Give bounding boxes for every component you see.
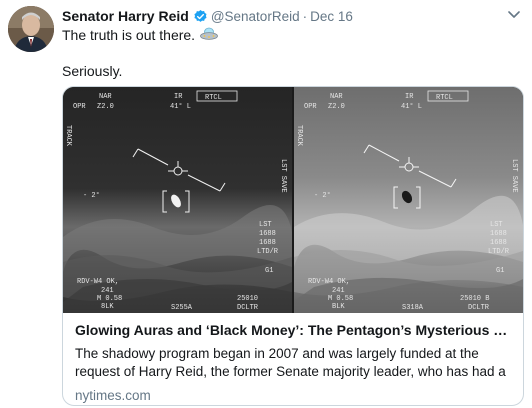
card-title[interactable]: Glowing Auras and ‘Black Money’: The Pen… — [75, 321, 511, 339]
hud-text: 8LK — [101, 303, 114, 311]
card-image: NAR OPR Z2.0 IR 41° L RTCL TRACK - 2° LS… — [63, 87, 523, 313]
hud-text: LTD/R — [257, 248, 279, 256]
hud-text: LTD/R — [488, 248, 510, 256]
hud-text: RTCL — [205, 94, 222, 102]
tweet-text-line-1: The truth is out there. — [62, 26, 218, 46]
hud-text: 241 — [101, 287, 114, 295]
avatar[interactable] — [8, 6, 54, 52]
hud-text: LST — [490, 221, 503, 229]
hud-text: NAR — [99, 93, 112, 101]
card-description: The shadowy program began in 2007 and wa… — [75, 346, 506, 379]
hud-text: S318A — [402, 304, 424, 312]
hud-text: TRACK — [64, 125, 72, 147]
hud-text: 1688 — [490, 230, 507, 238]
flying-saucer-icon — [200, 26, 218, 46]
hud-image-left: NAR OPR Z2.0 IR 41° L RTCL TRACK - 2° LS… — [63, 87, 292, 313]
hud-text: DCLTR — [468, 304, 490, 312]
hud-text: IR — [405, 93, 414, 101]
card-body: Glowing Auras and ‘Black Money’: The Pen… — [63, 314, 523, 405]
avatar-photo — [8, 6, 54, 52]
hud-image-right: NAR OPR Z2.0 IR 41° L RTCL TRACK - 2° LS… — [294, 87, 523, 313]
hud-text: 1688 — [490, 239, 507, 247]
hud-text: LST SAVE — [279, 159, 287, 193]
hud-text: G1 — [496, 267, 504, 275]
hud-text: RDV-W4 OK, — [77, 278, 119, 286]
chevron-down-icon[interactable] — [506, 6, 522, 22]
hud-text: 25010 B — [460, 295, 489, 303]
hud-text: - 2° — [83, 191, 100, 200]
hud-text: Z2.0 — [328, 103, 345, 111]
hud-text: RDV-W4 OK, — [308, 278, 350, 286]
hud-text: M 0.58 — [328, 295, 353, 303]
hud-text: - 2° — [314, 191, 331, 200]
hud-text: 25010 — [237, 295, 258, 303]
tweet-text-line-2: Seriously. — [62, 63, 123, 79]
hud-text: M 0.58 — [97, 295, 122, 303]
author-handle[interactable]: @SenatorReid — [211, 9, 300, 24]
hud-text: 41° L — [401, 102, 422, 111]
tweet-date[interactable]: Dec 16 — [310, 9, 353, 24]
hud-text: LST SAVE — [510, 159, 518, 193]
card-domain: nytimes.com — [75, 388, 151, 403]
hud-text: NAR — [330, 93, 343, 101]
author-name[interactable]: Senator Harry Reid — [62, 8, 189, 24]
hud-text: OPR — [73, 103, 86, 111]
hud-text: 1688 — [259, 230, 276, 238]
hud-text: 1688 — [259, 239, 276, 247]
tweet-header: Senator Harry Reid @SenatorReid · Dec 16 — [62, 6, 518, 26]
separator-dot: · — [302, 9, 308, 24]
hud-text: IR — [174, 93, 183, 101]
hud-text: 41° L — [170, 102, 191, 111]
hud-text: OPR — [304, 103, 317, 111]
hud-text: Z2.0 — [97, 103, 114, 111]
hud-text: S255A — [171, 304, 193, 312]
tweet-text: The truth is out there. — [62, 27, 196, 43]
hud-text: BLK — [332, 303, 345, 311]
hud-text: RTCL — [436, 94, 453, 102]
hud-text: TRACK — [295, 125, 303, 147]
hud-text: DCLTR — [237, 304, 259, 312]
link-preview-card[interactable]: NAR OPR Z2.0 IR 41° L RTCL TRACK - 2° LS… — [62, 86, 524, 406]
hud-text: 241 — [332, 287, 345, 295]
hud-text: LST — [259, 221, 272, 229]
hud-text: G1 — [265, 267, 273, 275]
